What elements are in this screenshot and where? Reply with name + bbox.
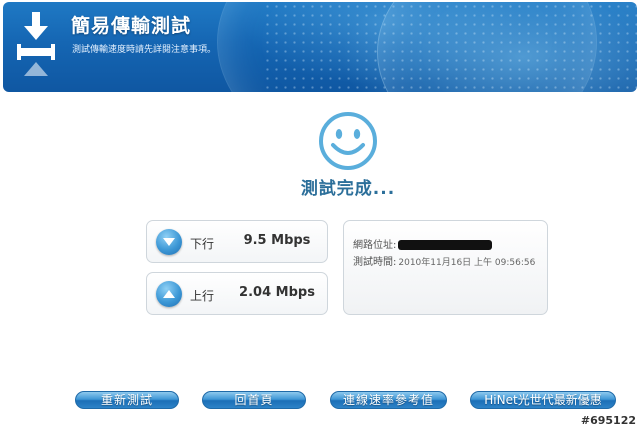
ip-redacted	[398, 240, 493, 250]
retest-button[interactable]: 重新測試	[75, 391, 179, 409]
upload-speed-card: 上行 2.04 Mbps	[146, 272, 328, 315]
chevron-up-icon	[156, 281, 182, 307]
promo-button[interactable]: HiNet光世代最新優惠	[470, 391, 616, 409]
upload-value: 2.04 Mbps	[239, 285, 315, 300]
download-speed-card: 下行 9.5 Mbps	[146, 220, 328, 263]
chevron-down-icon	[156, 229, 182, 255]
status-text: 測試完成...	[300, 179, 396, 199]
app-title: 簡易傳輸測試	[71, 15, 192, 37]
info-panel: 網路位址: 測試時間: 2010年11月16日 上午 09:56:56	[343, 220, 548, 315]
time-row: 測試時間: 2010年11月16日 上午 09:56:56	[353, 253, 535, 268]
transfer-arrows-icon	[17, 12, 55, 76]
download-label: 下行	[190, 237, 215, 251]
globe-decoration-outer	[217, 2, 597, 92]
ip-label: 網路位址:	[353, 240, 397, 251]
app-subtitle: 測試傳輸速度時請先詳閱注意事項。	[72, 45, 217, 55]
reference-rates-button[interactable]: 連線速率參考值	[330, 391, 447, 409]
upload-label: 上行	[190, 289, 215, 303]
download-value: 9.5 Mbps	[243, 233, 311, 248]
header-banner: 簡易傳輸測試 測試傳輸速度時請先詳閱注意事項。	[3, 2, 637, 92]
smiley-icon	[319, 112, 377, 170]
time-value: 2010年11月16日 上午 09:56:56	[398, 258, 536, 268]
time-label: 測試時間:	[353, 257, 397, 268]
watermark: #695122	[580, 414, 636, 427]
home-button[interactable]: 回首頁	[202, 391, 306, 409]
ip-row: 網路位址:	[353, 236, 493, 251]
